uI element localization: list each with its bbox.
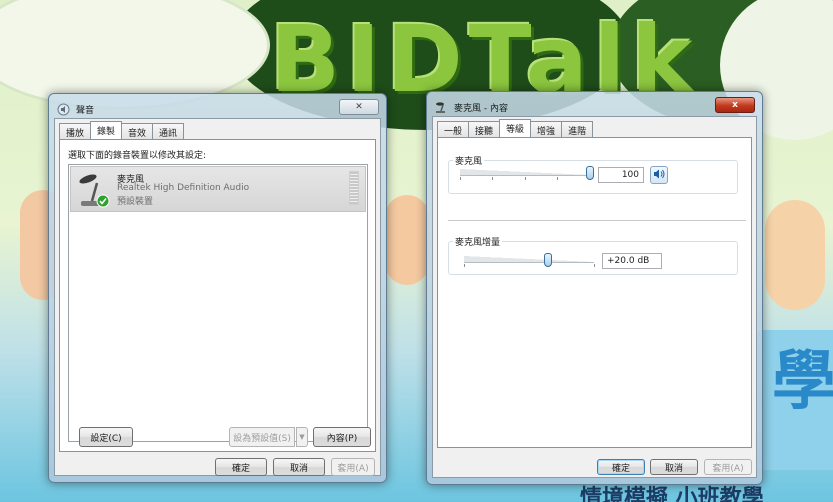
set-default-button-label: 設為預設值(S) bbox=[233, 433, 291, 444]
ok-button[interactable]: 確定 bbox=[597, 459, 645, 475]
set-default-button[interactable]: 設為預設值(S) bbox=[229, 427, 295, 447]
sound-dialog-titlebar[interactable]: 聲音 ✕ bbox=[56, 98, 379, 120]
cancel-button[interactable]: 取消 bbox=[650, 459, 698, 475]
cancel-button[interactable]: 取消 bbox=[273, 458, 325, 476]
slider-tick bbox=[460, 177, 461, 180]
close-button[interactable]: ✕ bbox=[339, 99, 379, 115]
levels-panel: 麥克風 100 麥克風增量 +20.0 dB bbox=[437, 137, 752, 448]
bg-character-mid bbox=[385, 195, 429, 285]
tab-sounds-label: 音效 bbox=[128, 129, 147, 139]
tab-sounds[interactable]: 音效 bbox=[121, 123, 154, 139]
speaker-icon bbox=[56, 102, 70, 116]
apply-button[interactable]: 套用(A) bbox=[331, 458, 375, 476]
bg-character-right bbox=[765, 200, 825, 310]
tab-levels[interactable]: 等級 bbox=[499, 119, 532, 137]
microphone-icon bbox=[77, 171, 111, 209]
tab-advanced-label: 進階 bbox=[568, 127, 587, 137]
ok-button[interactable]: 確定 bbox=[215, 458, 267, 476]
ok-button-label: 確定 bbox=[231, 463, 250, 474]
mic-properties-titlebar[interactable]: 麥克風 - 內容 x bbox=[434, 96, 755, 118]
device-driver: Realtek High Definition Audio bbox=[117, 183, 250, 193]
slider-tick bbox=[464, 264, 465, 267]
microphone-level-input[interactable]: 100 bbox=[598, 167, 644, 183]
recording-panel: 選取下面的錄音裝置以修改其設定: 麥克風 Realtek High Defini bbox=[59, 139, 376, 452]
properties-button[interactable]: 內容(P) bbox=[313, 427, 371, 447]
device-status: 預設裝置 bbox=[117, 197, 154, 207]
close-icon: x bbox=[732, 100, 738, 110]
slider-tick bbox=[525, 177, 526, 180]
boost-slider-wedge bbox=[464, 256, 594, 262]
device-list[interactable]: 麥克風 Realtek High Definition Audio 預設裝置 bbox=[68, 164, 368, 442]
set-default-dropdown[interactable]: ▼ bbox=[296, 427, 308, 447]
microphone-level-group-label: 麥克風 bbox=[453, 154, 485, 167]
microphone-slider-track[interactable] bbox=[460, 175, 590, 176]
microphone-slider-thumb[interactable] bbox=[586, 166, 594, 180]
microphone-level-value: 100 bbox=[621, 170, 639, 180]
mic-properties-dialog: 麥克風 - 內容 x 一般 接聽 等級 增強 進階 麥克風 100 麥克風增量 … bbox=[426, 91, 763, 485]
tab-recording[interactable]: 錄製 bbox=[90, 121, 123, 139]
cancel-button-label: 取消 bbox=[289, 463, 308, 474]
boost-slider-track[interactable] bbox=[464, 262, 594, 263]
sound-dialog-title: 聲音 bbox=[76, 105, 95, 116]
tab-communications-label: 通訊 bbox=[159, 129, 178, 139]
slider-tick bbox=[557, 177, 558, 180]
tab-listen[interactable]: 接聽 bbox=[468, 121, 501, 137]
tab-advanced[interactable]: 進階 bbox=[561, 121, 594, 137]
sound-tabs: 播放 錄製 音效 通訊 bbox=[59, 121, 185, 139]
tab-enhancements-label: 增強 bbox=[537, 127, 556, 137]
tab-enhancements[interactable]: 增強 bbox=[530, 121, 563, 137]
configure-button-label: 設定(C) bbox=[90, 433, 122, 444]
list-item-microphone[interactable]: 麥克風 Realtek High Definition Audio 預設裝置 bbox=[70, 166, 366, 212]
slider-tick bbox=[594, 264, 595, 267]
tab-playback[interactable]: 播放 bbox=[59, 123, 92, 139]
instruction-text: 選取下面的錄音裝置以修改其設定: bbox=[68, 151, 207, 161]
speaker-volume-icon bbox=[653, 169, 665, 182]
sound-dialog-client: 播放 錄製 音效 通訊 選取下面的錄音裝置以修改其設定: 麥克風 Realtek… bbox=[54, 118, 381, 476]
boost-value: +20.0 dB bbox=[607, 256, 650, 266]
apply-button-label: 套用(A) bbox=[712, 463, 744, 474]
apply-button-label: 套用(A) bbox=[337, 463, 369, 474]
microphone-slider-wedge bbox=[460, 169, 590, 175]
cancel-button-label: 取消 bbox=[664, 463, 683, 474]
tab-communications[interactable]: 通訊 bbox=[152, 123, 185, 139]
ok-button-label: 確定 bbox=[611, 463, 630, 474]
separator bbox=[448, 220, 746, 221]
mic-tabs: 一般 接聽 等級 增強 進階 bbox=[437, 119, 594, 137]
level-meter bbox=[349, 171, 359, 205]
sound-dialog: 聲音 ✕ 播放 錄製 音效 通訊 選取下面的錄音裝置以修改其設定: 麥克風 Re… bbox=[48, 93, 387, 483]
close-icon: ✕ bbox=[355, 102, 363, 112]
tab-general[interactable]: 一般 bbox=[437, 121, 470, 137]
tab-playback-label: 播放 bbox=[66, 129, 85, 139]
tab-levels-label: 等級 bbox=[506, 125, 525, 135]
boost-value-box: +20.0 dB bbox=[602, 253, 662, 269]
chevron-down-icon: ▼ bbox=[299, 433, 305, 441]
close-button[interactable]: x bbox=[715, 97, 755, 113]
boost-group-label: 麥克風增量 bbox=[453, 235, 503, 248]
slider-tick bbox=[492, 177, 493, 180]
boost-slider-thumb[interactable] bbox=[544, 253, 552, 267]
tab-recording-label: 錄製 bbox=[97, 127, 116, 137]
mute-button[interactable] bbox=[650, 166, 668, 184]
properties-button-label: 內容(P) bbox=[326, 433, 358, 444]
tab-listen-label: 接聽 bbox=[475, 127, 494, 137]
mic-properties-client: 一般 接聽 等級 增強 進階 麥克風 100 麥克風增量 +20.0 dB 確定… bbox=[432, 116, 757, 478]
microphone-title-icon bbox=[434, 100, 448, 114]
apply-button[interactable]: 套用(A) bbox=[704, 459, 752, 475]
mic-properties-title: 麥克風 - 內容 bbox=[454, 103, 508, 114]
configure-button[interactable]: 設定(C) bbox=[79, 427, 133, 447]
bg-big-character: 學 bbox=[772, 345, 833, 419]
tab-general-label: 一般 bbox=[444, 127, 463, 137]
